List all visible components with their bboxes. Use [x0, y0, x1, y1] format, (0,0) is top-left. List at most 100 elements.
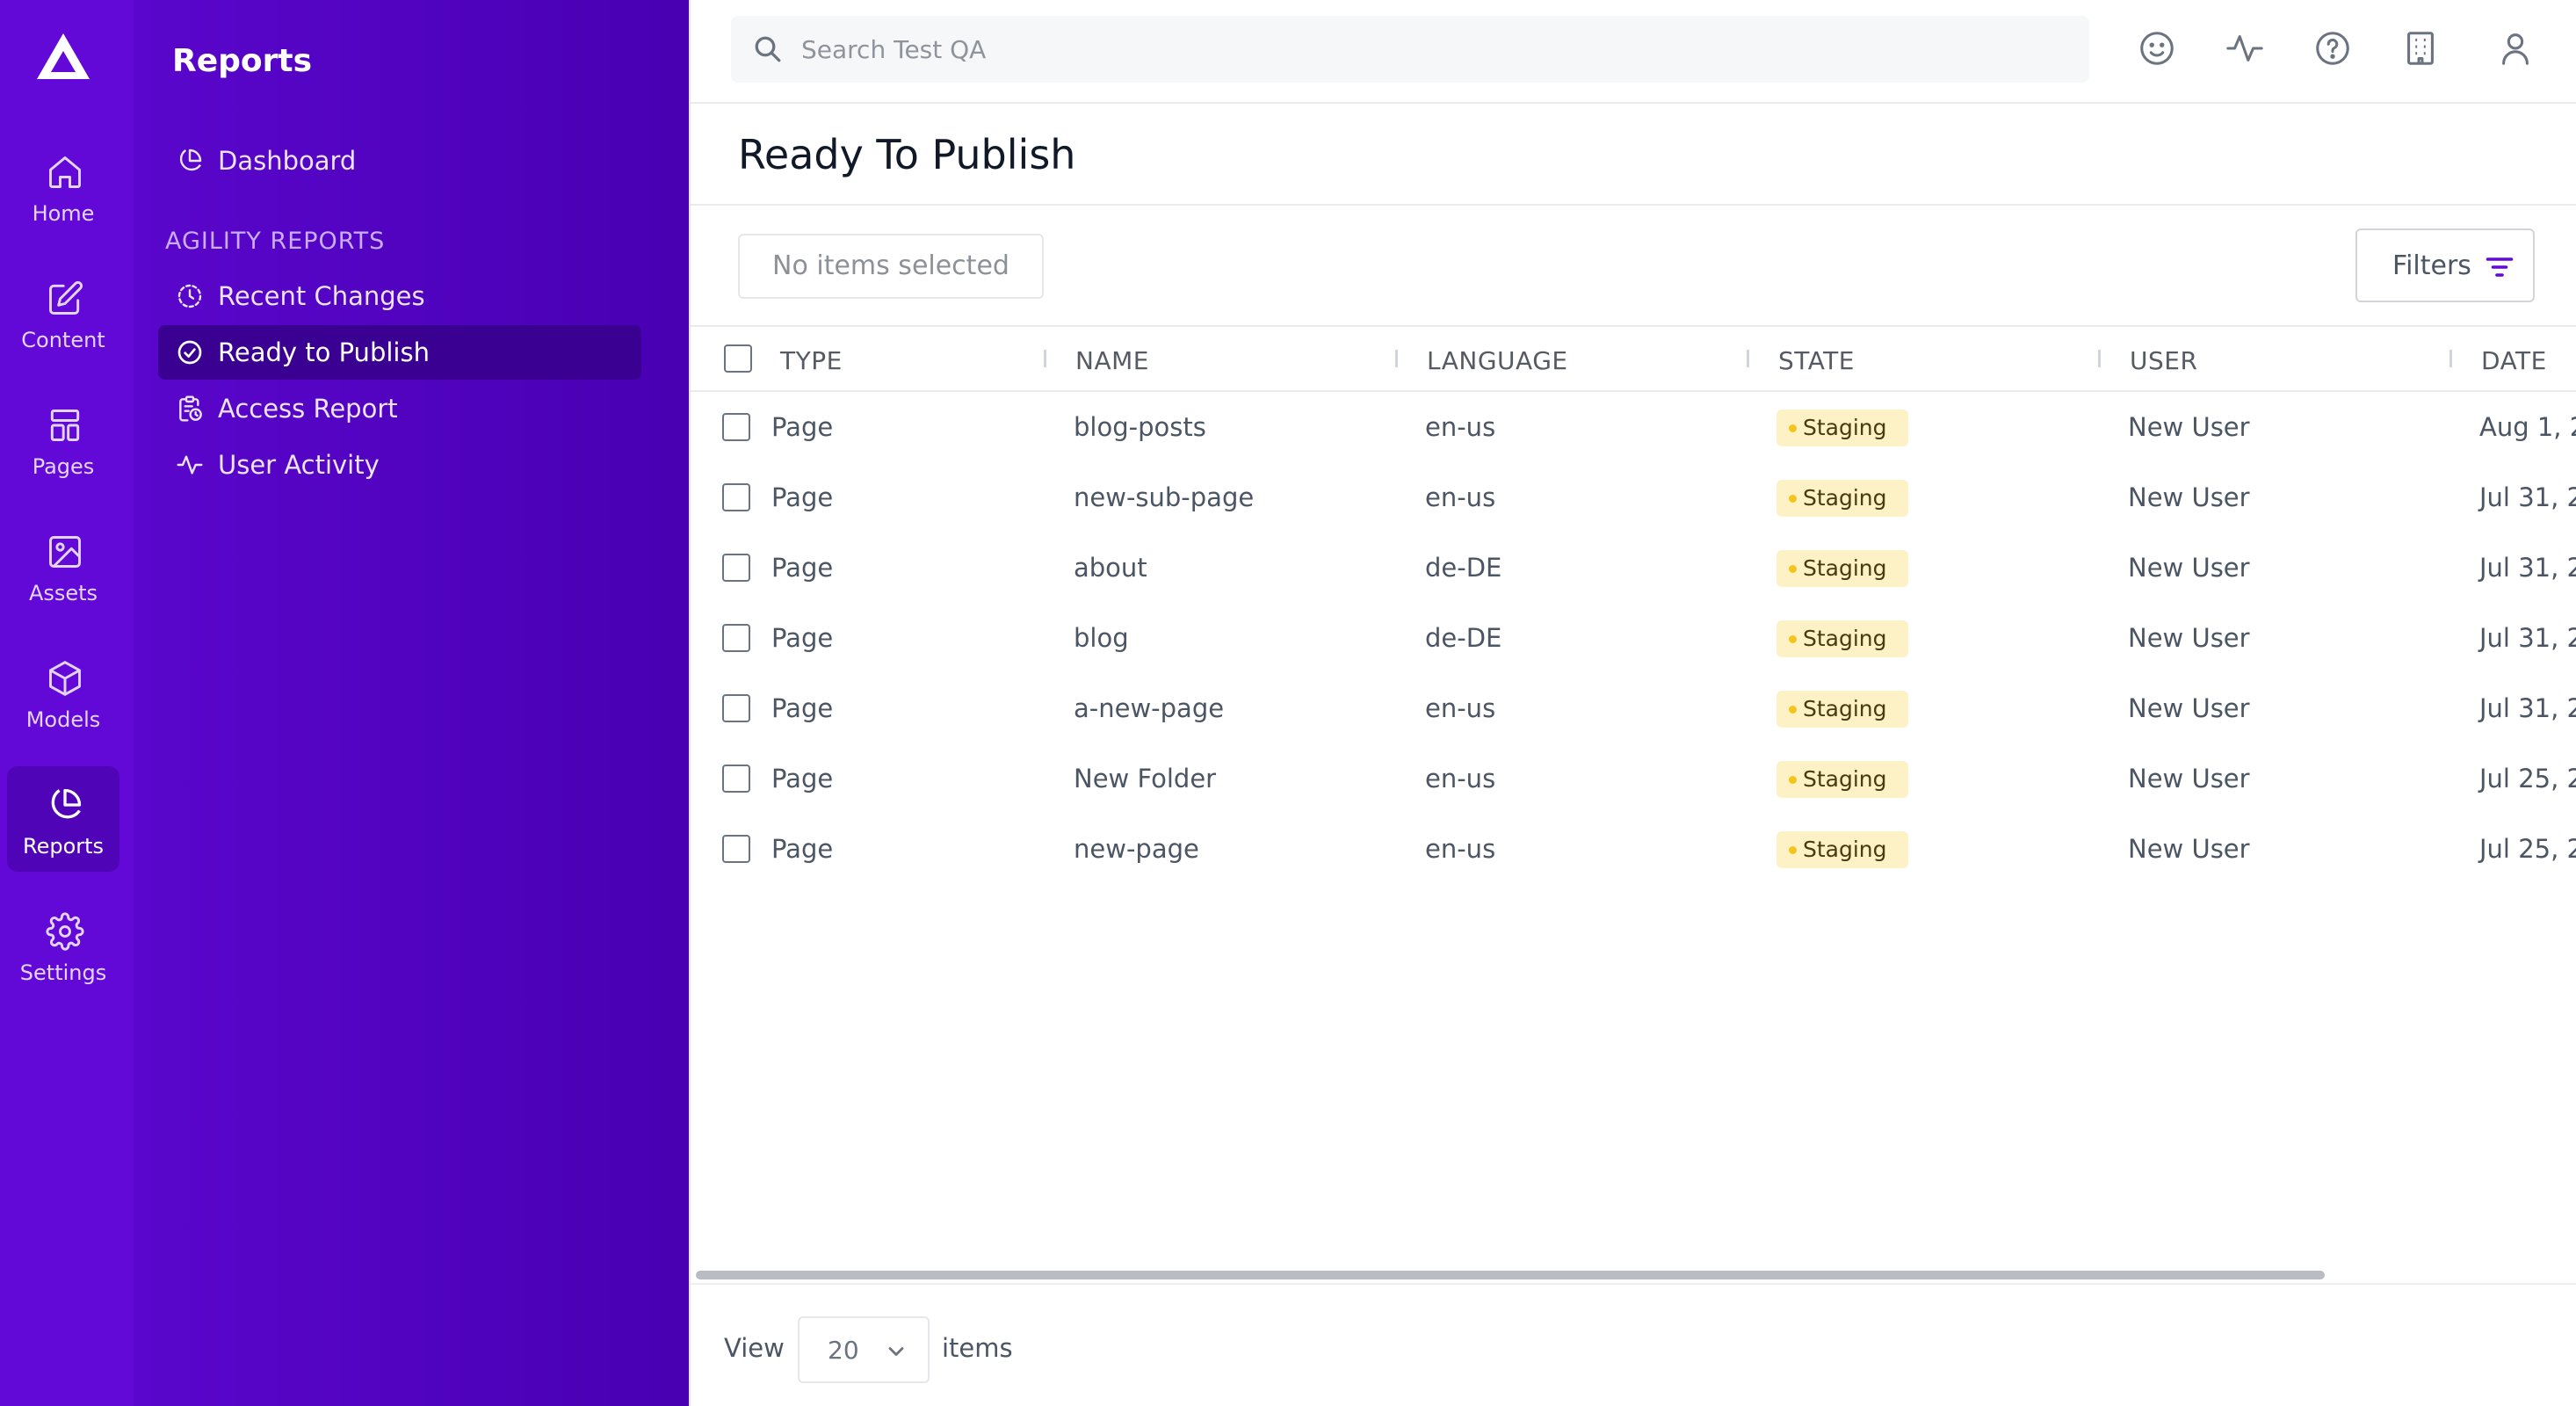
cell-type: Page [771, 553, 834, 583]
table-row[interactable]: Page a-new-page en-us Staging New User J… [691, 673, 2576, 743]
building-icon [2407, 32, 2434, 65]
column-header-user[interactable]: USER [2130, 346, 2197, 376]
agility-logo-icon[interactable] [35, 32, 91, 81]
column-header-type[interactable]: TYPE [780, 346, 843, 376]
cell-name[interactable]: new-sub-page [1074, 482, 1254, 513]
rail-item-label: Settings [19, 960, 107, 985]
column-resize-handle[interactable] [1044, 350, 1046, 367]
cell-type: Page [771, 693, 834, 723]
row-checkbox[interactable] [722, 413, 750, 441]
sidebar-item-access-report[interactable]: Access Report [158, 381, 641, 436]
row-checkbox[interactable] [722, 765, 750, 793]
sidebar-item-ready-to-publish[interactable]: Ready to Publish [158, 325, 641, 380]
table-row[interactable]: Page blog de-DE Staging New User Jul 31,… [691, 603, 2576, 673]
cell-user: New User [2128, 764, 2250, 794]
cell-date: Jul 25, 20 [2479, 764, 2576, 794]
horizontal-scrollbar[interactable] [696, 1269, 2576, 1281]
feedback-button[interactable] [2137, 28, 2177, 69]
top-bar [691, 0, 2576, 104]
search-bar[interactable] [731, 16, 2089, 83]
clipboard-clock-icon [179, 395, 202, 422]
select-all-checkbox[interactable] [724, 344, 752, 373]
sidebar-section-label: AGILITY REPORTS [165, 228, 386, 255]
table-row[interactable]: Page new-sub-page en-us Staging New User… [691, 462, 2576, 533]
row-checkbox[interactable] [722, 554, 750, 582]
status-dot [1789, 635, 1797, 643]
image-icon [49, 536, 81, 568]
table-row[interactable]: Page New Folder en-us Staging New User J… [691, 743, 2576, 814]
status-text: Staging [1803, 485, 1887, 511]
activity-button[interactable] [2225, 28, 2265, 69]
sidebar-item-recent-changes[interactable]: Recent Changes [158, 269, 641, 323]
rail-item-content[interactable]: Content [7, 260, 119, 366]
table-row[interactable]: Page new-page en-us Staging New User Jul… [691, 814, 2576, 884]
cell-language: de-DE [1425, 623, 1502, 653]
search-icon [755, 36, 781, 62]
sidebar-item-label: Access Report [218, 394, 398, 424]
cell-user: New User [2128, 693, 2250, 723]
status-dot [1789, 706, 1797, 714]
cell-name[interactable]: new-page [1074, 833, 1199, 865]
column-header-state[interactable]: STATE [1778, 346, 1855, 376]
status-dot [1789, 846, 1797, 854]
help-button[interactable] [2312, 28, 2353, 69]
row-checkbox[interactable] [722, 483, 750, 511]
status-dot [1789, 424, 1797, 432]
organization-button[interactable] [2400, 28, 2441, 69]
cube-icon [49, 661, 81, 696]
cell-language: en-us [1425, 412, 1496, 442]
filters-button[interactable]: Filters [2355, 228, 2535, 302]
column-resize-handle[interactable] [1395, 350, 1398, 367]
activity-icon [2226, 35, 2263, 62]
status-text: Staging [1803, 415, 1887, 440]
column-resize-handle[interactable] [2449, 350, 2452, 367]
cell-name[interactable]: blog-posts [1074, 411, 1206, 443]
column-header-name[interactable]: NAME [1075, 346, 1149, 376]
cell-date: Aug 1, 2 [2479, 412, 2576, 442]
cell-language: en-us [1425, 834, 1496, 864]
sidebar-item-user-activity[interactable]: User Activity [158, 438, 641, 492]
filter-icon [2486, 257, 2514, 277]
selection-status: No items selected [738, 234, 1044, 299]
status-badge: Staging [1776, 480, 1908, 517]
row-checkbox[interactable] [722, 624, 750, 652]
table-row[interactable]: Page about de-DE Staging New User Jul 31… [691, 533, 2576, 603]
layout-icon [50, 409, 80, 441]
rail-item-label: Content [21, 328, 105, 352]
user-menu-button[interactable] [2495, 28, 2536, 69]
row-checkbox[interactable] [722, 835, 750, 863]
cell-name[interactable]: a-new-page [1074, 692, 1224, 724]
cell-name[interactable]: New Folder [1074, 763, 1216, 794]
sidebar-item-dashboard[interactable]: Dashboard [158, 134, 641, 188]
rail-item-home[interactable]: Home [7, 134, 119, 239]
cell-type: Page [771, 834, 834, 864]
cell-user: New User [2128, 623, 2250, 653]
cell-date: Jul 31, 20 [2479, 623, 2576, 653]
search-input[interactable] [801, 16, 2066, 83]
row-checkbox[interactable] [722, 694, 750, 722]
rail-item-pages[interactable]: Pages [7, 387, 119, 492]
user-icon [2502, 33, 2529, 65]
page-size-select[interactable]: 20 [798, 1316, 930, 1383]
rail-item-label: Assets [28, 581, 98, 605]
rail-item-models[interactable]: Models [7, 640, 119, 745]
cell-date: Jul 25, 20 [2479, 834, 2576, 864]
status-badge: Staging [1776, 620, 1908, 657]
column-header-date[interactable]: DATE [2481, 346, 2547, 376]
cell-name[interactable]: about [1074, 552, 1147, 583]
table-row[interactable]: Page blog-posts en-us Staging New User A… [691, 392, 2576, 462]
home-icon [49, 156, 81, 188]
rail-item-assets[interactable]: Assets [7, 513, 119, 619]
column-resize-handle[interactable] [2098, 350, 2101, 367]
scrollbar-thumb[interactable] [696, 1271, 2325, 1279]
cell-language: en-us [1425, 764, 1496, 794]
rail-item-settings[interactable]: Settings [7, 893, 119, 998]
column-resize-handle[interactable] [1747, 350, 1749, 367]
sidebar-item-label: Recent Changes [218, 281, 425, 311]
status-badge: Staging [1776, 409, 1908, 446]
page-title: Ready To Publish [738, 131, 1076, 178]
rail-item-reports[interactable]: Reports [7, 766, 119, 872]
cell-date: Jul 31, 20 [2479, 693, 2576, 723]
column-header-language[interactable]: LANGUAGE [1427, 346, 1568, 376]
cell-name[interactable]: blog [1074, 622, 1129, 654]
